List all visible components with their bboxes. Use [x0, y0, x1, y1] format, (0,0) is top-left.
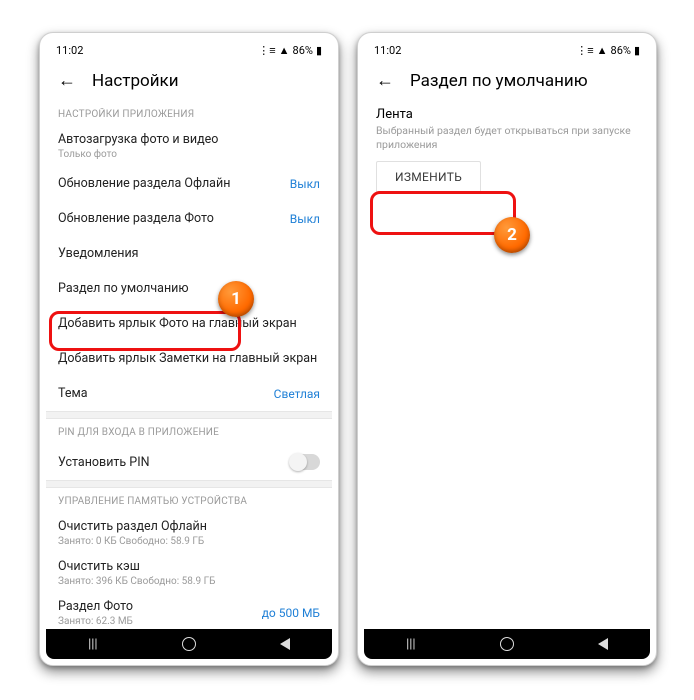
- nav-recent-icon[interactable]: |||: [88, 637, 98, 652]
- row-default-section[interactable]: Раздел по умолчанию: [46, 271, 332, 306]
- description-text: Выбранный раздел будет открываться при з…: [364, 122, 650, 151]
- row-theme[interactable]: Тема Светлая: [46, 376, 332, 411]
- phone-left: 11:02 ⋮≡ ▲ 86% ▮ ← Настройки НАСТРОЙКИ П…: [39, 32, 339, 666]
- header: ← Раздел по умолчанию: [364, 61, 650, 101]
- row-shortcut-notes[interactable]: Добавить ярлык Заметки на главный экран: [46, 341, 332, 376]
- row-label: Очистить раздел Офлайн: [58, 519, 207, 534]
- row-sub: Занято: 0 КБ Свободно: 58.9 ГБ: [58, 536, 207, 547]
- row-label: Раздел по умолчанию: [58, 281, 189, 296]
- row-sub: Занято: 62.3 МБ: [58, 616, 133, 627]
- row-label: Добавить ярлык Фото на главный экран: [58, 316, 297, 331]
- row-label: Уведомления: [58, 246, 139, 261]
- row-set-pin[interactable]: Установить PIN: [46, 444, 332, 480]
- nav-bar: |||: [46, 629, 332, 659]
- default-section-body: Лента Выбранный раздел будет открываться…: [364, 101, 650, 629]
- row-label: Автозагрузка фото и видео: [58, 132, 218, 147]
- signal-icon: ▲: [597, 44, 608, 57]
- wifi-icon: ⋮≡: [576, 44, 593, 57]
- nav-home-icon[interactable]: [500, 637, 514, 651]
- status-bar: 11:02 ⋮≡ ▲ 86% ▮: [364, 39, 650, 61]
- row-sub: Только фото: [58, 149, 218, 160]
- nav-bar: |||: [364, 629, 650, 659]
- signal-icon: ▲: [279, 44, 290, 57]
- row-label: Установить PIN: [58, 455, 150, 470]
- battery-text: 86%: [293, 44, 313, 57]
- divider: [46, 480, 332, 488]
- row-update-photo[interactable]: Обновление раздела Фото Выкл: [46, 201, 332, 236]
- section-pin: PIN ДЛЯ ВХОДА В ПРИЛОЖЕНИЕ: [46, 419, 332, 444]
- battery-text: 86%: [611, 44, 631, 57]
- toggle-pin[interactable]: [290, 454, 320, 470]
- row-value: Выкл: [290, 177, 320, 191]
- row-clear-cache[interactable]: Очистить кэш Занято: 396 КБ Свободно: 58…: [46, 553, 332, 593]
- nav-back-icon[interactable]: [280, 638, 290, 650]
- section-memory: УПРАВЛЕНИЕ ПАМЯТЬЮ УСТРОЙСТВА: [46, 488, 332, 513]
- row-notifications[interactable]: Уведомления: [46, 236, 332, 271]
- row-update-offline[interactable]: Обновление раздела Офлайн Выкл: [46, 166, 332, 201]
- current-section-label: Лента: [364, 101, 650, 122]
- change-button[interactable]: ИЗМЕНИТЬ: [376, 161, 481, 193]
- back-icon[interactable]: ←: [58, 72, 76, 90]
- battery-icon: ▮: [316, 44, 322, 57]
- wifi-icon: ⋮≡: [258, 44, 275, 57]
- nav-home-icon[interactable]: [182, 637, 196, 651]
- row-label: Тема: [58, 386, 88, 401]
- row-value: до 500 МБ: [262, 606, 320, 620]
- row-value: Выкл: [290, 212, 320, 226]
- page-title: Раздел по умолчанию: [410, 71, 588, 91]
- back-icon[interactable]: ←: [376, 72, 394, 90]
- screen-right: 11:02 ⋮≡ ▲ 86% ▮ ← Раздел по умолчанию Л…: [364, 39, 650, 659]
- screen-left: 11:02 ⋮≡ ▲ 86% ▮ ← Настройки НАСТРОЙКИ П…: [46, 39, 332, 659]
- row-autoload[interactable]: Автозагрузка фото и видео Только фото: [46, 126, 332, 166]
- battery-icon: ▮: [634, 44, 640, 57]
- row-label: Очистить кэш: [58, 559, 140, 574]
- nav-back-icon[interactable]: [598, 638, 608, 650]
- row-sub: Занято: 396 КБ Свободно: 58.9 ГБ: [58, 576, 215, 587]
- header: ← Настройки: [46, 61, 332, 101]
- row-label: Раздел Фото: [58, 599, 133, 614]
- row-photo-section[interactable]: Раздел Фото Занято: 62.3 МБ до 500 МБ: [46, 593, 332, 629]
- status-time: 11:02: [374, 44, 401, 57]
- row-clear-offline[interactable]: Очистить раздел Офлайн Занято: 0 КБ Своб…: [46, 513, 332, 553]
- status-bar: 11:02 ⋮≡ ▲ 86% ▮: [46, 39, 332, 61]
- nav-recent-icon[interactable]: |||: [406, 637, 416, 652]
- section-app-settings: НАСТРОЙКИ ПРИЛОЖЕНИЯ: [46, 101, 332, 126]
- row-label: Добавить ярлык Заметки на главный экран: [58, 351, 317, 366]
- row-label: Обновление раздела Фото: [58, 211, 214, 226]
- row-value: Светлая: [274, 387, 320, 401]
- page-title: Настройки: [92, 71, 179, 91]
- status-time: 11:02: [56, 44, 83, 57]
- settings-body: НАСТРОЙКИ ПРИЛОЖЕНИЯ Автозагрузка фото и…: [46, 101, 332, 629]
- row-shortcut-photo[interactable]: Добавить ярлык Фото на главный экран: [46, 306, 332, 341]
- row-label: Обновление раздела Офлайн: [58, 176, 230, 191]
- divider: [46, 411, 332, 419]
- phone-right: 11:02 ⋮≡ ▲ 86% ▮ ← Раздел по умолчанию Л…: [357, 32, 657, 666]
